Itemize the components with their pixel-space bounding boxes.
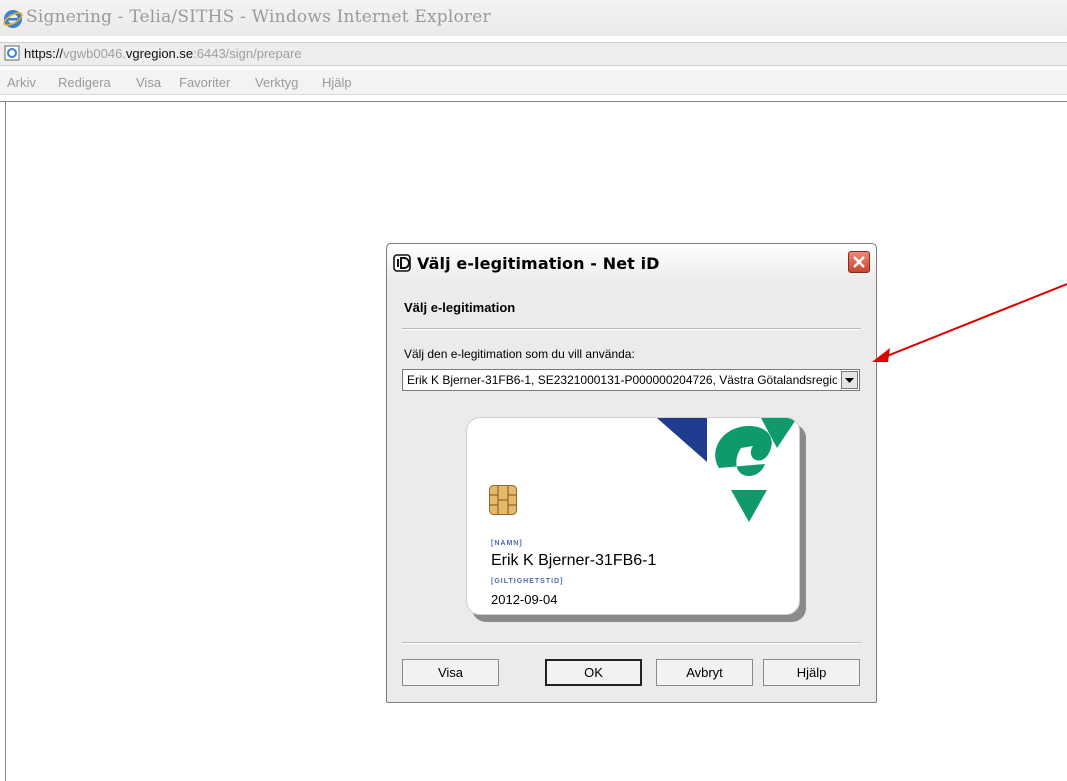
url-field[interactable]: https://vgwb0046.vgregion.se:6443/sign/p…: [24, 46, 302, 61]
show-button[interactable]: Visa: [402, 659, 499, 686]
close-icon: [853, 256, 865, 268]
menu-visa[interactable]: Visa: [136, 75, 161, 90]
netid-icon: [393, 254, 411, 272]
url-scheme: https://: [24, 46, 64, 61]
dialog-close-button[interactable]: [848, 251, 870, 273]
content-top-border: [0, 101, 1067, 102]
menu-redigera[interactable]: Redigera: [58, 75, 111, 90]
ok-button[interactable]: OK: [545, 659, 642, 686]
address-bar[interactable]: https://vgwb0046.vgregion.se:6443/sign/p…: [0, 42, 1067, 66]
validity-label: [GILTIGHETSTID]: [491, 578, 564, 585]
menu-arkiv[interactable]: Arkiv: [7, 75, 36, 90]
dropdown-arrow-icon: [845, 378, 854, 383]
window-title: Signering - Telia/SITHS - Windows Intern…: [26, 7, 491, 27]
card-preview: [NAMN] Erik K Bjerner-31FB6-1 [GILTIGHET…: [466, 417, 800, 615]
credential-select-dropdown-button[interactable]: [841, 371, 858, 389]
card-holder-name: Erik K Bjerner-31FB6-1: [491, 552, 657, 569]
dialog-heading: Välj e-legitimation: [404, 300, 516, 315]
menu-verktyg[interactable]: Verktyg: [255, 75, 298, 90]
content-left-border: [5, 101, 6, 781]
dialog-title: Välj e-legitimation - Net iD: [417, 254, 660, 273]
url-host: vgregion.se: [125, 46, 194, 61]
credential-select[interactable]: Erik K Bjerner-31FB6-1, SE2321000131-P00…: [402, 369, 860, 391]
credential-select-value: Erik K Bjerner-31FB6-1, SE2321000131-P00…: [407, 373, 837, 387]
card-validity-date: 2012-09-04: [491, 592, 558, 607]
menu-bar: Arkiv Redigera Visa Favoriter Verktyg Hj…: [0, 70, 1067, 95]
select-credential-dialog: Välj e-legitimation - Net iD Välj e-legi…: [386, 243, 877, 703]
cancel-button[interactable]: Avbryt: [656, 659, 753, 686]
credential-prompt: Välj den e-legitimation som du vill anvä…: [404, 347, 635, 361]
menu-hjalp[interactable]: Hjälp: [322, 75, 352, 90]
page-icon: [4, 45, 20, 61]
annotation-arrow: [872, 283, 1067, 362]
window-titlebar: Signering - Telia/SITHS - Windows Intern…: [0, 0, 1067, 36]
divider: [402, 328, 861, 330]
divider: [402, 642, 861, 644]
help-button[interactable]: Hjälp: [763, 659, 860, 686]
logo-icon: [657, 418, 797, 522]
url-path: :6443/sign/prepare: [193, 46, 302, 61]
name-label: [NAMN]: [491, 540, 523, 547]
url-subdomain: vgwb0046.: [63, 46, 126, 61]
chip-icon: [489, 485, 517, 515]
dialog-titlebar[interactable]: Välj e-legitimation - Net iD: [387, 244, 876, 280]
ie-icon: [3, 10, 23, 28]
menu-favoriter[interactable]: Favoriter: [179, 75, 230, 90]
